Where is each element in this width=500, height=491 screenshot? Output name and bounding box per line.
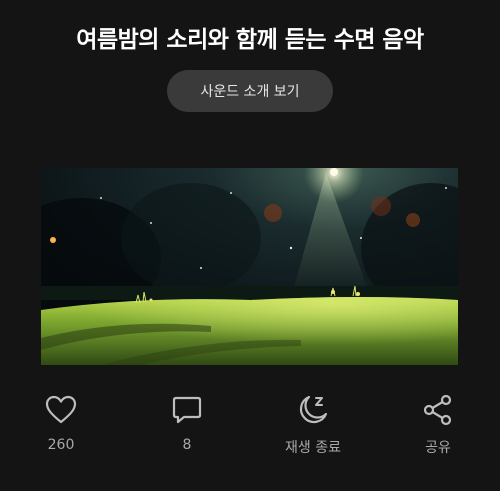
share-button[interactable]: 공유 [388,393,488,457]
share-label: 공유 [425,440,451,456]
comment-count: 8 [182,437,192,453]
sound-intro-button[interactable]: 사운드 소개 보기 [167,70,333,112]
summer-night-meadow-image [41,168,458,365]
speech-bubble-icon [170,393,204,427]
like-count: 260 [47,437,75,453]
page-title: 여름밤의 소리와 함께 듣는 수면 음악 [76,27,424,53]
like-button[interactable]: 260 [11,393,111,453]
action-bar: 260 8 재생 종료 공유 [0,393,500,463]
sleep-timer-label: 재생 종료 [285,440,341,456]
moon-zzz-icon [296,393,330,427]
heart-icon [44,393,78,427]
comment-button[interactable]: 8 [137,393,237,453]
share-icon [421,393,455,427]
sleep-timer-button[interactable]: 재생 종료 [263,393,363,457]
